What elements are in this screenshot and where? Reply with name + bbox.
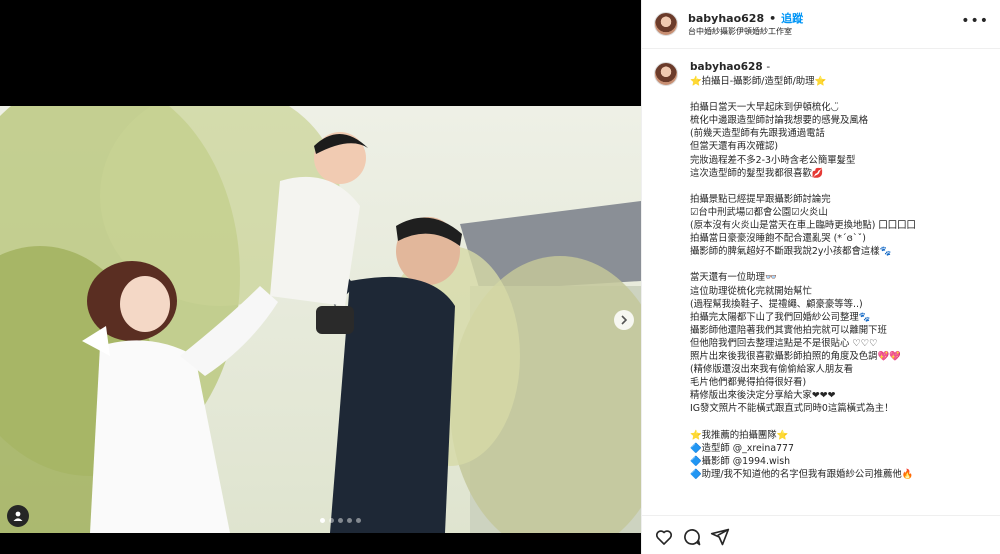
caption-dash: -	[766, 61, 771, 73]
separator: •	[769, 11, 777, 25]
caption-line: 🔷助理/我不知道他的名字但我有跟婚紗公司推薦他🔥	[690, 468, 914, 480]
carousel-dot	[338, 518, 343, 523]
post-panel: babyhao628 • 追蹤 台中婚紗攝影伊頓婚紗工作室 ••• babyha…	[641, 0, 1000, 554]
caption-line: 精修版出來後決定分享給大家❤❤❤	[690, 390, 836, 402]
caption-line: 這次造型師的髮型我都很喜歡💋	[690, 167, 824, 179]
caption-line: 拍攝當日豪豪沒睡飽不配合還亂哭 (*´ɞ`ˇ)	[690, 233, 866, 245]
carousel-next-button[interactable]	[614, 310, 634, 330]
caption-line: 攝影師他還陪著我們其實他拍完就可以離開下班	[690, 324, 887, 336]
caption-line: (前幾天造型師有先跟我通過電話	[690, 128, 825, 140]
caption-line	[690, 88, 990, 101]
action-bar	[642, 515, 1000, 554]
caption-username[interactable]: babyhao628	[690, 61, 763, 73]
caption-line: ☑台中刑武場☑都會公園☑火炎山	[690, 206, 828, 218]
carousel-dot	[356, 518, 361, 523]
post-photo[interactable]	[0, 106, 641, 533]
carousel-dots	[320, 518, 361, 523]
user-tag-icon	[13, 511, 23, 521]
more-icon[interactable]: •••	[961, 14, 989, 28]
caption-line: 完妝過程差不多2-3小時含老公簡單髮型	[690, 154, 856, 166]
caption-line: 當天還有一位助理👓	[690, 272, 777, 284]
heart-icon	[655, 530, 673, 545]
caption-line	[690, 415, 990, 428]
caption-line: ⭐拍攝日-攝影師/造型師/助理⭐	[690, 76, 827, 87]
caption-line: IG發文照片不能橫式跟直式同時0這篇橫式為主！	[690, 403, 894, 415]
caption-line: 攝影師的脾氣超好不斷跟我說2y小孩都會這樣🐾	[690, 246, 892, 258]
caption-line: 但他陪我們回去整理這點是不是很貼心 ♡♡♡	[690, 337, 878, 349]
caption: babyhao628 - ⭐拍攝日-攝影師/造型師/助理⭐ 拍攝日當天一大早起床到…	[642, 50, 1000, 515]
caption-line: 拍攝日當天一大早起床到伊頓梳化◡̈	[690, 102, 839, 114]
carousel-dot	[329, 518, 334, 523]
carousel-dot	[320, 518, 325, 523]
share-button[interactable]	[710, 527, 730, 547]
comment-button[interactable]	[682, 527, 702, 547]
caption-line	[690, 258, 990, 271]
comment-icon	[684, 529, 701, 546]
caption-line: 但當天還有再次確認)	[690, 141, 779, 153]
caption-line: 🔷造型師 @_xreina777	[690, 442, 794, 454]
header-username[interactable]: babyhao628	[688, 12, 764, 25]
caption-line: ⭐我推薦的拍攝團隊⭐	[690, 429, 789, 441]
post-header: babyhao628 • 追蹤 台中婚紗攝影伊頓婚紗工作室 •••	[642, 0, 1000, 49]
wedding-photo-illustration	[0, 106, 641, 533]
share-icon	[710, 528, 730, 546]
caption-line: (精修版還沒出來我有偷偷給家人朋友看	[690, 364, 854, 376]
user-tag-button[interactable]	[7, 505, 29, 527]
caption-line: 拍攝完太陽都下山了我們回婚紗公司整理🐾	[690, 311, 871, 323]
carousel-dot	[347, 518, 352, 523]
caption-line: 梳化中邊跟造型師討論我想要的感覺及風格	[690, 115, 869, 127]
caption-user-row: babyhao628 -	[690, 61, 770, 73]
caption-line: (過程幫我換鞋子、提禮繩、顧豪豪等等..)	[690, 298, 863, 310]
caption-line: 這位助理從梳化完就開始幫忙	[690, 285, 812, 297]
like-button[interactable]	[654, 527, 674, 547]
post-media	[0, 0, 641, 554]
caption-line: 照片出來後我很喜歡攝影師拍照的角度及色調💖💖	[690, 350, 901, 362]
follow-button[interactable]: 追蹤	[781, 10, 803, 26]
chevron-right-icon	[621, 315, 628, 325]
avatar[interactable]	[654, 12, 678, 36]
caption-text: ⭐拍攝日-攝影師/造型師/助理⭐ 拍攝日當天一大早起床到伊頓梳化◡̈ 梳化中邊跟造型…	[690, 75, 990, 481]
caption-line	[690, 180, 990, 193]
caption-avatar[interactable]	[654, 62, 678, 86]
caption-line: 毛片他們都覺得拍得很好看)	[690, 377, 807, 389]
caption-line: 拍攝景點已經提早跟攝影師討論完	[690, 193, 831, 205]
caption-line: 🔷攝影師 @1994.wish	[690, 455, 791, 467]
header-user-row: babyhao628 • 追蹤	[688, 10, 803, 26]
location-link[interactable]: 台中婚紗攝影伊頓婚紗工作室	[688, 26, 792, 37]
caption-line: (原本沒有火炎山是當天在車上臨時更換地點) 囗囗囗囗	[690, 220, 916, 232]
